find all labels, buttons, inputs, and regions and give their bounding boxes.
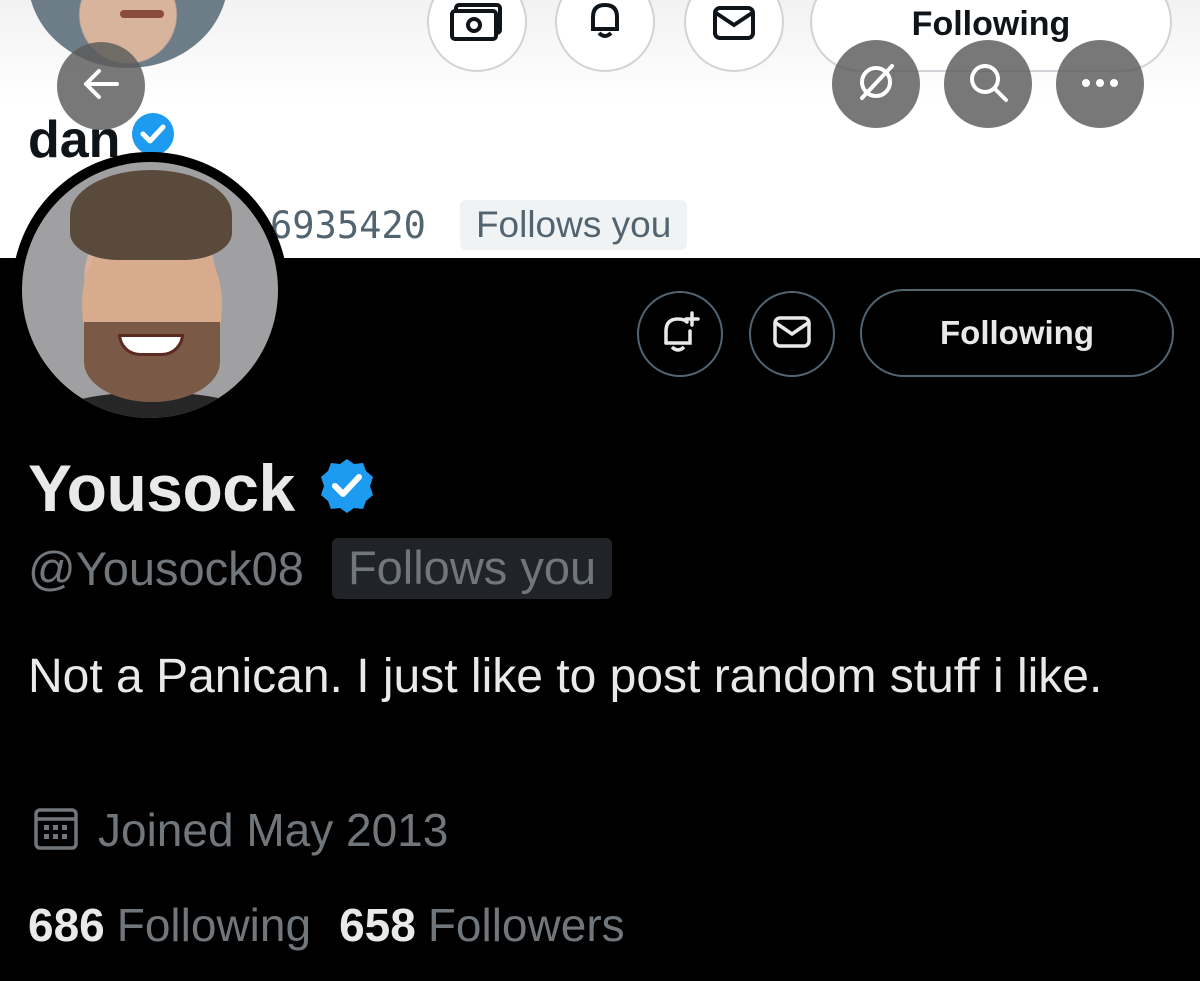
bell-plus-icon xyxy=(583,0,627,46)
display-name: Yousock xyxy=(28,450,377,526)
followers-count: 658 xyxy=(339,899,416,951)
avatar-photo xyxy=(22,162,278,418)
following-count: 686 xyxy=(28,899,105,951)
arrow-left-icon xyxy=(81,67,121,106)
followers-stat[interactable]: 658 Followers xyxy=(339,898,625,952)
message-button-background[interactable] xyxy=(684,0,784,72)
more-button[interactable] xyxy=(1056,40,1144,128)
joined-date-row: Joined May 2013 xyxy=(32,803,448,857)
grok-icon xyxy=(854,60,898,109)
more-horizontal-icon xyxy=(1080,75,1120,93)
followers-label: Followers xyxy=(427,899,625,951)
handle-row: @Yousock08 Follows you xyxy=(28,538,613,599)
search-icon xyxy=(966,60,1010,109)
notify-button[interactable] xyxy=(637,291,723,377)
tip-button[interactable] xyxy=(427,0,527,72)
mail-icon xyxy=(772,315,812,354)
mail-icon xyxy=(712,5,756,46)
user-handle: @Yousock08 xyxy=(28,542,304,595)
calendar-icon xyxy=(32,804,80,857)
follow-stats: 686 Following 658 Followers xyxy=(28,898,625,952)
money-icon xyxy=(450,3,504,46)
follows-you-badge: Follows you xyxy=(331,538,613,599)
following-button[interactable]: Following xyxy=(860,289,1174,377)
background-handle-row: 6935420 Follows you xyxy=(270,200,688,250)
verified-badge-icon[interactable] xyxy=(317,456,377,521)
joined-date: Joined May 2013 xyxy=(98,804,449,856)
search-button[interactable] xyxy=(944,40,1032,128)
bell-plus-icon xyxy=(658,309,702,360)
back-button[interactable] xyxy=(57,42,145,130)
message-button[interactable] xyxy=(749,291,835,377)
following-label: Following xyxy=(116,899,312,951)
following-stat[interactable]: 686 Following xyxy=(28,898,311,952)
profile-avatar[interactable] xyxy=(12,152,288,428)
profile-bio: Not a Panican. I just like to post rando… xyxy=(28,650,1103,703)
grok-button[interactable] xyxy=(832,40,920,128)
notify-button-background[interactable] xyxy=(555,0,655,72)
